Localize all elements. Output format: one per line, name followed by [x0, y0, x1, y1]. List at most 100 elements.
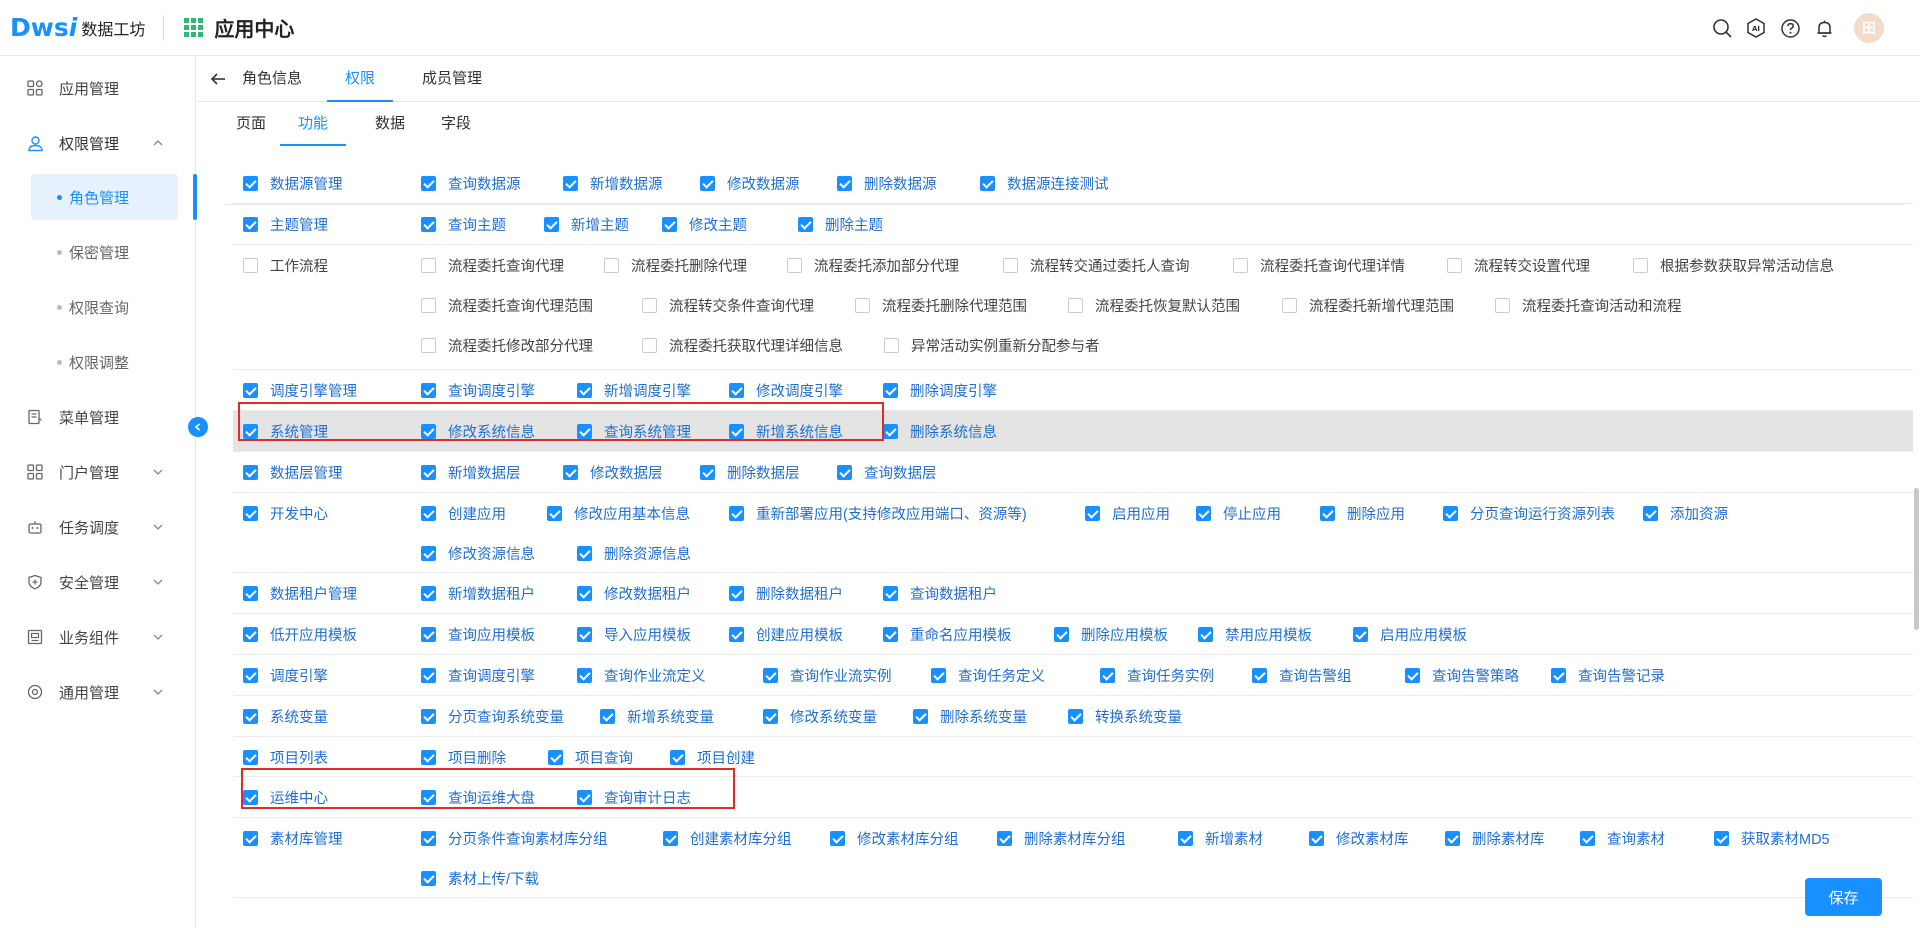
- permission-checkbox[interactable]: 查询调度引擎: [421, 665, 535, 685]
- checkbox-checked-icon[interactable]: [577, 626, 592, 642]
- permission-checkbox[interactable]: 删除应用模板: [1054, 624, 1168, 644]
- permission-checkbox[interactable]: 新增数据源: [563, 173, 663, 193]
- permission-checkbox[interactable]: 流程委托查询代理详情: [1233, 255, 1405, 275]
- subtab-field[interactable]: 字段: [441, 102, 471, 146]
- module-checkbox[interactable]: 数据源管理: [243, 173, 343, 193]
- permission-checkbox[interactable]: 删除资源信息: [577, 543, 691, 563]
- module-checkbox[interactable]: 调度引擎管理: [243, 380, 357, 400]
- checkbox-unchecked-icon[interactable]: [1233, 257, 1248, 273]
- checkbox-checked-icon[interactable]: [1320, 505, 1335, 521]
- checkbox-unchecked-icon[interactable]: [604, 257, 619, 273]
- permission-checkbox[interactable]: 删除系统变量: [913, 706, 1027, 726]
- permission-checkbox[interactable]: 查询运维大盘: [421, 787, 535, 807]
- checkbox-checked-icon[interactable]: [1443, 505, 1458, 521]
- checkbox-checked-icon[interactable]: [729, 382, 744, 398]
- permission-checkbox[interactable]: 查询数据层: [837, 462, 937, 482]
- permission-checkbox[interactable]: 流程委托删除代理范围: [855, 295, 1027, 315]
- checkbox-unchecked-icon[interactable]: [642, 297, 657, 313]
- checkbox-checked-icon[interactable]: [670, 749, 685, 765]
- ai-icon[interactable]: AI: [1744, 16, 1768, 40]
- checkbox-checked-icon[interactable]: [1445, 830, 1460, 846]
- module-checkbox[interactable]: 低开应用模板: [243, 624, 357, 644]
- checkbox-checked-icon[interactable]: [931, 667, 946, 683]
- sidebar-item-menu-management[interactable]: 菜单管理: [0, 397, 196, 437]
- permission-checkbox[interactable]: 修改数据源: [700, 173, 800, 193]
- permission-checkbox[interactable]: 流程转交条件查询代理: [642, 295, 814, 315]
- checkbox-checked-icon[interactable]: [729, 585, 744, 601]
- subtab-page[interactable]: 页面: [236, 102, 266, 146]
- checkbox-checked-icon[interactable]: [577, 789, 592, 805]
- checkbox-checked-icon[interactable]: [421, 667, 436, 683]
- permission-checkbox[interactable]: 查询任务实例: [1100, 665, 1214, 685]
- checkbox-unchecked-icon[interactable]: [787, 257, 802, 273]
- checkbox-checked-icon[interactable]: [1309, 830, 1324, 846]
- checkbox-unchecked-icon[interactable]: [642, 337, 657, 353]
- permission-checkbox[interactable]: 转换系统变量: [1068, 706, 1182, 726]
- checkbox-checked-icon[interactable]: [421, 464, 436, 480]
- sidebar-sub-secrecy-management[interactable]: 保密管理: [0, 229, 196, 275]
- checkbox-checked-icon[interactable]: [837, 464, 852, 480]
- sidebar-item-permission-management[interactable]: 权限管理: [0, 123, 196, 163]
- permission-checkbox[interactable]: 新增主题: [544, 214, 629, 234]
- checkbox-checked-icon[interactable]: [243, 749, 258, 765]
- module-checkbox[interactable]: 主题管理: [243, 214, 328, 234]
- permission-checkbox[interactable]: 项目查询: [548, 747, 633, 767]
- permission-checkbox[interactable]: 创建素材库分组: [663, 828, 792, 848]
- sidebar-sub-role-management[interactable]: 角色管理: [31, 174, 178, 220]
- checkbox-checked-icon[interactable]: [883, 382, 898, 398]
- permission-checkbox[interactable]: 流程委托查询活动和流程: [1495, 295, 1682, 315]
- checkbox-checked-icon[interactable]: [883, 626, 898, 642]
- permission-checkbox[interactable]: 查询作业流定义: [577, 665, 706, 685]
- checkbox-checked-icon[interactable]: [1580, 830, 1595, 846]
- permission-checkbox[interactable]: 流程委托查询代理: [421, 255, 564, 275]
- checkbox-checked-icon[interactable]: [700, 464, 715, 480]
- checkbox-checked-icon[interactable]: [837, 175, 852, 191]
- help-icon[interactable]: [1778, 16, 1802, 40]
- checkbox-checked-icon[interactable]: [544, 216, 559, 232]
- checkbox-checked-icon[interactable]: [577, 382, 592, 398]
- permission-checkbox[interactable]: 查询告警组: [1252, 665, 1352, 685]
- checkbox-checked-icon[interactable]: [830, 830, 845, 846]
- checkbox-checked-icon[interactable]: [1551, 667, 1566, 683]
- permission-checkbox[interactable]: 新增数据租户: [421, 583, 535, 603]
- permission-checkbox[interactable]: 数据源连接测试: [980, 173, 1109, 193]
- checkbox-checked-icon[interactable]: [577, 667, 592, 683]
- checkbox-checked-icon[interactable]: [563, 175, 578, 191]
- permission-checkbox[interactable]: 修改素材库分组: [830, 828, 959, 848]
- checkbox-checked-icon[interactable]: [1643, 505, 1658, 521]
- checkbox-checked-icon[interactable]: [1252, 667, 1267, 683]
- module-checkbox[interactable]: 素材库管理: [243, 828, 343, 848]
- checkbox-checked-icon[interactable]: [421, 585, 436, 601]
- permission-checkbox[interactable]: 流程委托删除代理: [604, 255, 747, 275]
- sidebar-sub-permission-query[interactable]: 权限查询: [0, 284, 196, 330]
- permission-checkbox[interactable]: 素材上传/下载: [421, 868, 539, 888]
- sidebar-item-general-management[interactable]: 通用管理: [0, 672, 196, 712]
- permission-checkbox[interactable]: 修改资源信息: [421, 543, 535, 563]
- module-checkbox[interactable]: 数据层管理: [243, 462, 343, 482]
- permission-checkbox[interactable]: 修改系统信息: [421, 421, 535, 441]
- checkbox-checked-icon[interactable]: [547, 505, 562, 521]
- permission-checkbox[interactable]: 异常活动实例重新分配参与者: [884, 335, 1100, 355]
- permission-checkbox[interactable]: 禁用应用模板: [1198, 624, 1312, 644]
- checkbox-checked-icon[interactable]: [243, 175, 258, 191]
- checkbox-checked-icon[interactable]: [798, 216, 813, 232]
- module-checkbox[interactable]: 工作流程: [243, 255, 328, 275]
- permission-checkbox[interactable]: 启用应用模板: [1353, 624, 1467, 644]
- checkbox-checked-icon[interactable]: [729, 423, 744, 439]
- checkbox-checked-icon[interactable]: [243, 667, 258, 683]
- checkbox-checked-icon[interactable]: [1196, 505, 1211, 521]
- checkbox-checked-icon[interactable]: [243, 789, 258, 805]
- checkbox-checked-icon[interactable]: [243, 505, 258, 521]
- checkbox-checked-icon[interactable]: [243, 464, 258, 480]
- checkbox-checked-icon[interactable]: [243, 216, 258, 232]
- module-checkbox[interactable]: 运维中心: [243, 787, 328, 807]
- permission-checkbox[interactable]: 删除应用: [1320, 503, 1405, 523]
- checkbox-checked-icon[interactable]: [421, 545, 436, 561]
- permission-checkbox[interactable]: 修改系统变量: [763, 706, 877, 726]
- checkbox-checked-icon[interactable]: [577, 585, 592, 601]
- permission-checkbox[interactable]: 流程委托新增代理范围: [1282, 295, 1454, 315]
- checkbox-unchecked-icon[interactable]: [421, 257, 436, 273]
- permission-checkbox[interactable]: 流程转交通过委托人查询: [1003, 255, 1190, 275]
- permission-checkbox[interactable]: 删除数据租户: [729, 583, 843, 603]
- checkbox-checked-icon[interactable]: [563, 464, 578, 480]
